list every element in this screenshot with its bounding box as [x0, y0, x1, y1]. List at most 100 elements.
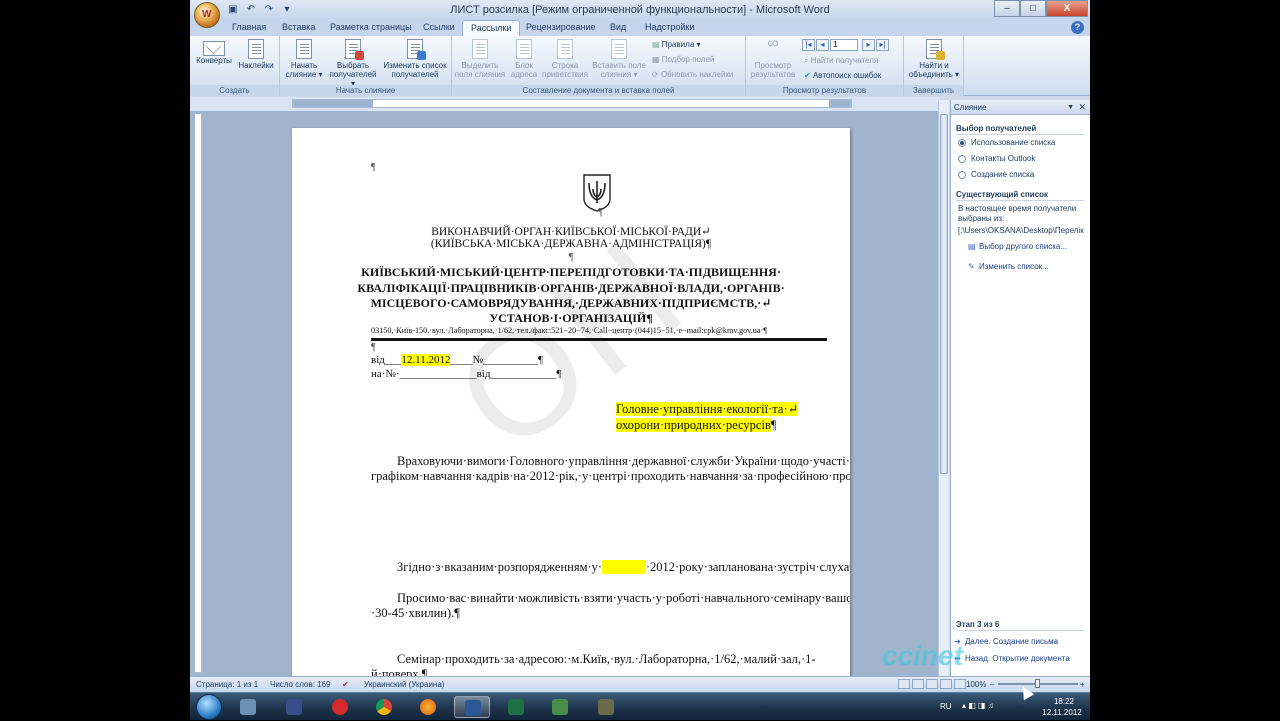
group-write-insert: Выделить поля слияния Блок адреса Строка… [452, 36, 746, 96]
office-button[interactable]: W [194, 2, 220, 28]
tab-page-layout[interactable]: Разметка страницы [330, 22, 412, 32]
auto-check-errors-button[interactable]: ✔ Автопоиск ошибок [804, 71, 881, 81]
labels-button[interactable]: Наклейки [236, 39, 276, 70]
word-count[interactable]: Число слов: 169 [270, 680, 330, 689]
outline-view-icon[interactable] [940, 679, 952, 689]
scrollbar-thumb[interactable] [940, 114, 948, 474]
address-block-button[interactable]: Блок адреса [508, 39, 540, 79]
center-title-line: МІСЦЕВОГО·САМОВРЯДУВАННЯ,·ДЕРЖАВНИХ·ПІДП… [370, 296, 772, 310]
clock-time[interactable]: 18:22 [1040, 697, 1088, 706]
window-title: ЛИСТ розсилка [Режим ограниченной функци… [450, 4, 830, 16]
taskbar-opera[interactable] [322, 696, 358, 718]
picture-manager-icon [552, 699, 568, 715]
task-pane-close-icon[interactable]: ✕ [1078, 100, 1086, 115]
zoom-level[interactable]: 100% [966, 680, 986, 689]
language-indicator[interactable]: Украинский (Украина) [364, 680, 444, 689]
view-buttons [898, 679, 966, 689]
addressee-line[interactable]: Головне·управління·екології·та·↵ [616, 402, 799, 416]
clock-date[interactable]: 12.11.2012 [1034, 708, 1090, 717]
first-record-button[interactable]: |◂ [802, 39, 815, 51]
record-number-input[interactable]: 1 [830, 39, 858, 51]
preview-results-button[interactable]: ∞ Просмотр результатов [748, 35, 798, 80]
next-record-button[interactable]: ▸ [862, 39, 875, 51]
save-disk-icon [286, 699, 302, 715]
zoom-slider-handle[interactable] [1035, 679, 1040, 688]
print-layout-view-icon[interactable] [898, 679, 910, 689]
update-labels-button[interactable]: ⟳ Обновить наклейки [652, 70, 733, 80]
select-recipients-icon [345, 39, 364, 60]
pilcrow-mark: ¶ [371, 342, 376, 353]
help-icon[interactable]: ? [1071, 21, 1084, 34]
tab-addins[interactable]: Надстройки [645, 22, 694, 32]
last-record-button[interactable]: ▸| [876, 39, 889, 51]
taskbar-picture-manager[interactable] [542, 696, 578, 718]
tab-home[interactable]: Главная [232, 22, 266, 32]
task-pane-menu-icon[interactable]: ▼ [1067, 100, 1074, 115]
tab-mailings[interactable]: Рассылки [462, 20, 521, 36]
horizontal-ruler[interactable] [292, 99, 852, 108]
select-recipients-button[interactable]: Выбрать получателей ▾ [328, 39, 378, 88]
radio-outlook-contacts[interactable] [958, 155, 966, 163]
taskbar-save[interactable] [276, 696, 312, 718]
document-workspace: ОН ¶ ¶ ВИКОНАВЧИЙ·ОРГАН·КИЇВСЬКОЇ·МІСЬКО… [190, 111, 940, 676]
body-paragraph-4: Семінар·проходить·за·адресою:·м.Київ,·ву… [371, 652, 816, 676]
radio-label: Использование списка [971, 138, 1056, 147]
start-merge-button[interactable]: Начать слияние ▾ [282, 39, 326, 79]
opera-icon [332, 699, 348, 715]
web-layout-view-icon[interactable] [926, 679, 938, 689]
next-step-link[interactable]: ➜ Далее. Создание письма [954, 637, 1058, 646]
rules-button[interactable]: ▤ Правила ▾ [652, 40, 701, 50]
preview-results-icon: ∞ [767, 35, 779, 52]
select-another-list-link[interactable]: ▤ Выбор другого списка... [968, 242, 1067, 251]
tab-view[interactable]: Вид [610, 22, 626, 32]
tab-insert[interactable]: Вставка [282, 22, 315, 32]
full-screen-view-icon[interactable] [912, 679, 924, 689]
edit-recipient-list-button[interactable]: Изменить список получателей [380, 39, 450, 79]
taskbar-explorer[interactable] [230, 696, 266, 718]
pilcrow-mark: ¶ [598, 207, 603, 218]
finish-merge-button[interactable]: Найти и объединить ▾ [906, 39, 962, 79]
taskbar-firefox[interactable] [410, 696, 446, 718]
addressee-line[interactable]: охорони·природних·ресурсів [616, 417, 771, 432]
zoom-in-button[interactable]: + [1080, 680, 1085, 689]
taskbar-excel[interactable] [498, 696, 534, 718]
previous-step-link[interactable]: ⬅ Назад. Открытие документа [954, 654, 1070, 663]
taskbar-word[interactable] [454, 696, 490, 718]
start-button[interactable] [196, 694, 222, 720]
vertical-scrollbar[interactable] [938, 100, 949, 676]
highlight-merge-fields-button[interactable]: Выделить поля слияния [454, 39, 506, 79]
taskbar-chrome[interactable] [366, 696, 402, 718]
radio-use-list[interactable] [958, 139, 966, 147]
vertical-ruler[interactable] [194, 113, 202, 673]
taskbar-app[interactable] [588, 696, 624, 718]
draft-view-icon[interactable] [954, 679, 966, 689]
page-count[interactable]: Страница: 1 из 1 [196, 680, 258, 689]
find-recipient-button[interactable]: ⌕ Найти получателя [804, 56, 878, 66]
envelopes-button[interactable]: Конверты [194, 39, 234, 65]
date-field[interactable]: 12.11.2012 [401, 354, 451, 366]
greeting-line-button[interactable]: Строка приветствия [542, 39, 588, 79]
close-button[interactable]: X [1046, 0, 1088, 17]
ribbon: Конверты Наклейки Создать Начать слияние… [190, 36, 1090, 96]
edit-list-link[interactable]: ✎ Изменить список... [968, 262, 1049, 271]
center-title-line: УСТАНОВ·І·ОРГАНІЗАЦІЙ¶ [489, 311, 653, 325]
radio-create-list[interactable] [958, 171, 966, 179]
tray-icons[interactable]: ▴ ◧ ◨ ♫ [962, 701, 994, 710]
chrome-icon [376, 699, 392, 715]
tab-references[interactable]: Ссылки [423, 22, 455, 32]
envelope-icon [203, 41, 225, 56]
proofing-icon[interactable]: ✔ [342, 680, 349, 689]
date-merge-field[interactable] [602, 560, 646, 574]
language-indicator[interactable]: RU [940, 702, 952, 711]
document-page[interactable]: ОН ¶ ¶ ВИКОНАВЧИЙ·ОРГАН·КИЇВСЬКОЇ·МІСЬКО… [292, 128, 850, 676]
maximize-button[interactable]: □ [1020, 0, 1046, 17]
match-fields-icon: ▦ [652, 55, 662, 64]
minimize-button[interactable]: – [994, 0, 1020, 17]
body-paragraph-2: Згідно·з·вказаним·розпорядженням·у· ·201… [397, 560, 850, 574]
incoming-number-line: на·№·______________від____________¶ [371, 368, 562, 380]
prev-record-button[interactable]: ◂ [816, 39, 829, 51]
match-fields-button[interactable]: ▦ Подбор полей [652, 55, 714, 65]
tab-review[interactable]: Рецензирование [526, 22, 596, 32]
zoom-out-button[interactable]: – [990, 680, 994, 689]
insert-merge-field-button[interactable]: Вставить поле слияния ▾ [590, 39, 648, 79]
